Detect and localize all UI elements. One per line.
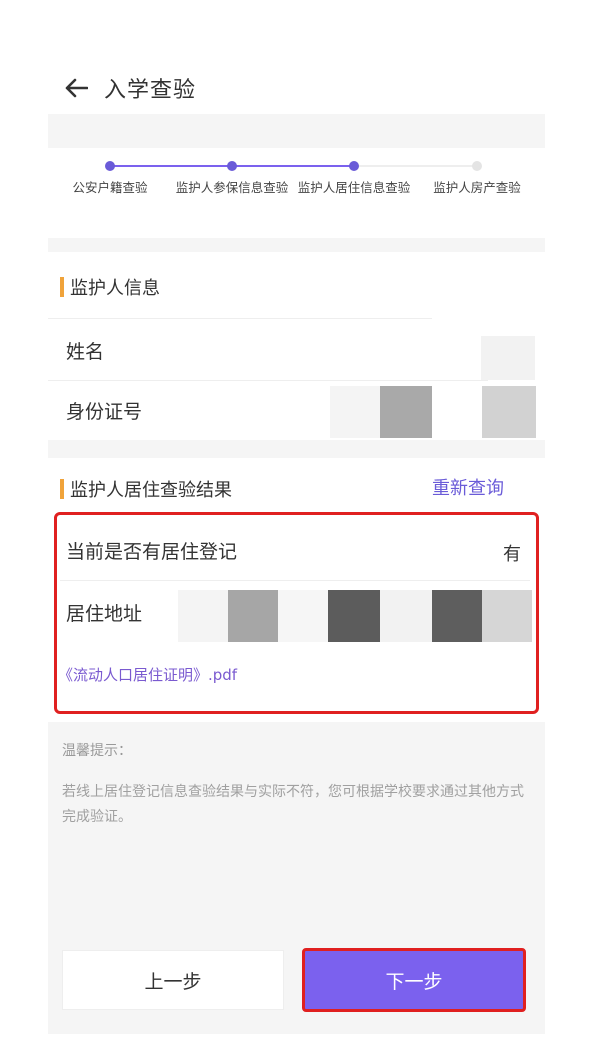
masked-value-id-part	[482, 386, 536, 438]
field-row-id: 身份证号	[48, 382, 545, 438]
section-accent-bar	[60, 479, 64, 499]
step-label-3: 监护人居住信息查验	[297, 180, 411, 195]
tips-panel: 温馨提示： 若线上居住登记信息查验结果与实际不符，您可根据学校要求通过其他方式完…	[48, 722, 545, 930]
divider	[48, 380, 488, 381]
separator-band	[48, 114, 545, 148]
masked-value-address-part	[228, 590, 278, 642]
field-label-registration: 当前是否有居住登记	[66, 540, 238, 563]
separator-band	[48, 238, 545, 252]
step-dot-3	[349, 161, 359, 171]
step-label-2: 监护人参保信息查验	[175, 180, 289, 195]
prev-step-button[interactable]: 上一步	[62, 950, 284, 1010]
field-label-id: 身份证号	[66, 400, 143, 423]
tips-text: 若线上居住登记信息查验结果与实际不符，您可根据学校要求通过其他方式完成验证。	[62, 784, 524, 825]
registration-value: 有	[503, 544, 521, 565]
page-title: 入学查验	[104, 78, 197, 103]
divider	[48, 318, 432, 319]
step-dot-1	[105, 161, 115, 171]
field-row-name: 姓名	[48, 322, 545, 378]
certificate-pdf-link[interactable]: 《流动人口居住证明》.pdf	[58, 664, 237, 685]
step-label-4: 监护人房产查验	[433, 180, 521, 195]
tips-title: 温馨提示：	[62, 743, 132, 759]
step-line-pending	[355, 165, 477, 167]
masked-value-address-part	[380, 590, 432, 642]
requery-link[interactable]: 重新查询	[432, 474, 504, 500]
arrow-left-icon[interactable]	[64, 75, 90, 101]
field-label-name: 姓名	[66, 340, 105, 363]
masked-value-address-part	[328, 590, 380, 642]
masked-value-id-part	[380, 386, 432, 438]
section-title-text: 监护人居住查验结果	[70, 480, 232, 501]
separator-band	[48, 440, 545, 458]
masked-value-address-part	[278, 590, 328, 642]
field-row-registration: 当前是否有居住登记	[48, 524, 545, 576]
masked-value-address-part	[178, 590, 228, 642]
section-title-text: 监护人信息	[70, 278, 160, 299]
header: 入学查验	[64, 68, 196, 108]
progress-stepper: 公安户籍查验 监护人参保信息查验 监护人居住信息查验 监护人房产查验	[48, 148, 545, 238]
field-label-address: 居住地址	[66, 602, 143, 625]
step-dot-4	[472, 161, 482, 171]
masked-value-address-part	[482, 590, 532, 642]
step-label-1: 公安户籍查验	[72, 180, 148, 195]
masked-value-address-part	[432, 590, 482, 642]
section-accent-bar	[60, 277, 64, 297]
section-residence-result: 监护人居住查验结果	[60, 476, 232, 502]
masked-value-id-part	[330, 386, 380, 438]
section-guardian-info: 监护人信息	[60, 274, 160, 300]
masked-value-name	[481, 336, 535, 380]
step-dot-2	[227, 161, 237, 171]
divider	[60, 580, 530, 581]
next-step-button[interactable]: 下一步	[302, 948, 526, 1012]
